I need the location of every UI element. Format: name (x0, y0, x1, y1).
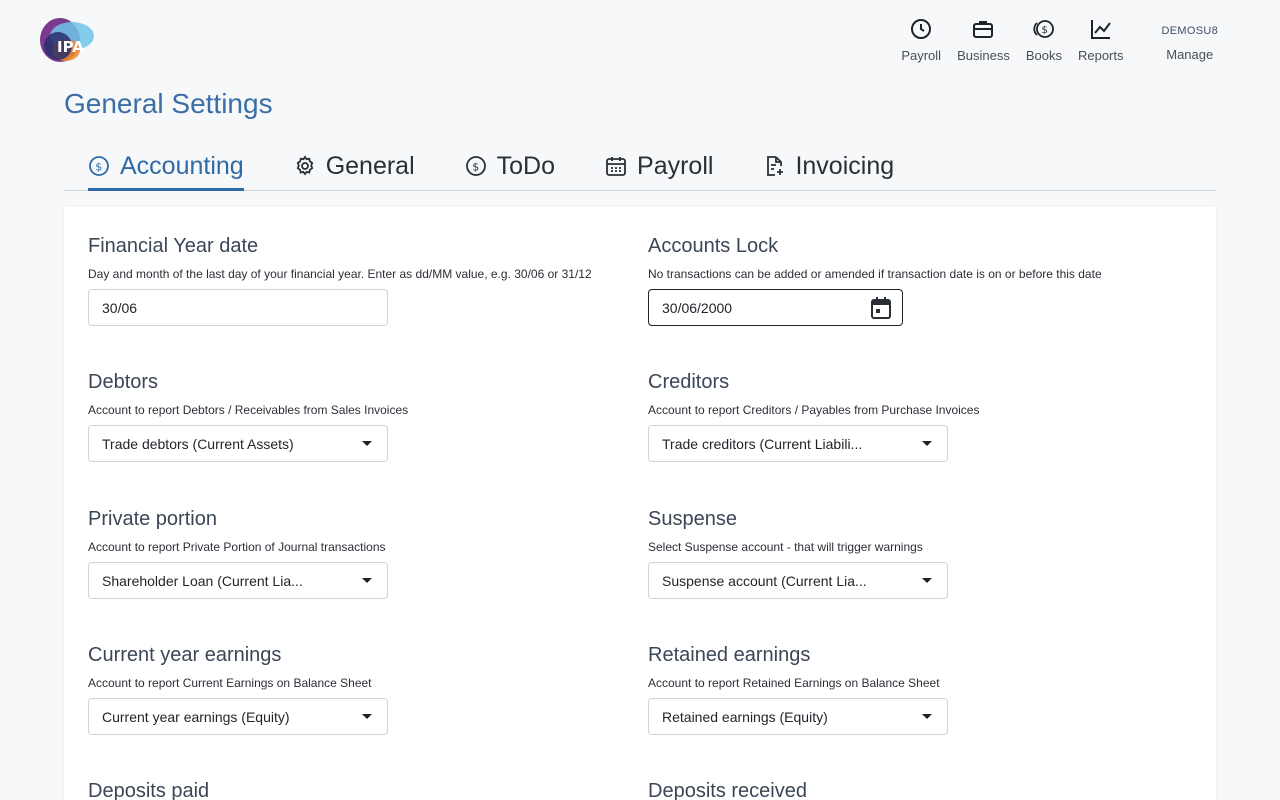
tab-todo[interactable]: $ ToDo (465, 142, 555, 190)
select-value: Shareholder Loan (Current Lia... (102, 572, 303, 589)
svg-text:IPA: IPA (57, 38, 84, 56)
nav-books[interactable]: $ Books (1026, 16, 1062, 63)
field-help: Account to report Current Earnings on Ba… (88, 676, 372, 690)
tab-label: Accounting (120, 151, 244, 180)
select-value: Trade debtors (Current Assets) (102, 435, 294, 452)
retained-earnings-field: Retained earnings Account to report Reta… (648, 644, 948, 735)
chevron-down-icon (922, 578, 932, 583)
field-title: Accounts Lock (648, 235, 779, 257)
tab-payroll[interactable]: Payroll (605, 142, 713, 190)
nav-business[interactable]: Business (957, 16, 1010, 63)
field-help: Account to report Debtors / Receivables … (88, 403, 409, 417)
chevron-down-icon (362, 441, 372, 446)
field-title: Creditors (648, 371, 730, 393)
debtors-field: Debtors Account to report Debtors / Rece… (88, 371, 408, 462)
field-help: Account to report Retained Earnings on B… (648, 676, 940, 690)
input-value: 30/06 (102, 299, 138, 316)
field-help: Day and month of the last day of your fi… (88, 267, 592, 281)
tab-invoicing[interactable]: Invoicing (763, 142, 894, 190)
deposits-received-field: Deposits received (648, 780, 807, 800)
chevron-down-icon (922, 714, 932, 719)
creditors-select[interactable]: Trade creditors (Current Liabili... (648, 425, 948, 462)
calendar-icon[interactable] (871, 297, 891, 322)
creditors-field: Creditors Account to report Creditors / … (648, 371, 979, 462)
coins-icon: $ (1031, 16, 1057, 42)
nav-reports[interactable]: Reports (1078, 16, 1124, 63)
suspense-select[interactable]: Suspense account (Current Lia... (648, 562, 948, 599)
field-title: Retained earnings (648, 644, 811, 666)
deposits-paid-field: Deposits paid (88, 780, 209, 800)
financial-year-field: Financial Year date Day and month of the… (88, 235, 592, 326)
field-title: Suspense (648, 508, 737, 530)
nav-label: Reports (1077, 48, 1124, 63)
field-title: Deposits paid (88, 780, 210, 800)
app-logo[interactable]: IPA (36, 12, 96, 64)
retained-earnings-select[interactable]: Retained earnings (Equity) (648, 698, 948, 735)
clock-icon (908, 16, 934, 42)
select-value: Trade creditors (Current Liabili... (662, 435, 863, 452)
debtors-select[interactable]: Trade debtors (Current Assets) (88, 425, 388, 462)
field-help: Select Suspense account - that will trig… (648, 540, 923, 554)
current-year-earnings-field: Current year earnings Account to report … (88, 644, 388, 735)
accounts-lock-date-input[interactable]: 30/06/2000 (648, 289, 903, 326)
dollar-circle-icon: $ (465, 155, 487, 177)
nav-payroll[interactable]: Payroll (901, 16, 941, 63)
field-title: Deposits received (648, 780, 807, 800)
current-year-earnings-select[interactable]: Current year earnings (Equity) (88, 698, 388, 735)
settings-card: Financial Year date Day and month of the… (64, 207, 1216, 800)
dollar-circle-icon: $ (88, 155, 110, 177)
settings-tabs: $ Accounting General $ ToDo Payroll Invo… (64, 142, 1216, 191)
page-title: General Settings (64, 88, 273, 119)
chevron-down-icon (362, 578, 372, 583)
svg-text:$: $ (95, 161, 102, 174)
input-value: 30/06/2000 (662, 299, 733, 316)
tab-accounting[interactable]: $ Accounting (88, 142, 244, 191)
user-name: DEMOSU8 (1161, 25, 1218, 37)
tab-general[interactable]: General (294, 142, 415, 190)
select-value: Current year earnings (Equity) (102, 708, 290, 725)
field-title: Financial Year date (88, 235, 259, 257)
top-navigation: Payroll Business $ Books Reports DEMOSU8… (901, 16, 1218, 63)
nav-label: Manage (1166, 47, 1214, 62)
private-portion-field: Private portion Account to report Privat… (88, 508, 388, 599)
field-help: Account to report Private Portion of Jou… (88, 540, 386, 554)
briefcase-icon (970, 16, 996, 42)
gear-icon (294, 155, 316, 177)
calendar-icon (605, 155, 627, 177)
private-portion-select[interactable]: Shareholder Loan (Current Lia... (88, 562, 388, 599)
suspense-field: Suspense Select Suspense account - that … (648, 508, 948, 599)
chart-line-icon (1088, 16, 1114, 42)
nav-label: Books (1025, 48, 1062, 63)
chevron-down-icon (362, 714, 372, 719)
tab-label: ToDo (496, 151, 556, 180)
field-help: Account to report Creditors / Payables f… (648, 403, 980, 417)
select-value: Retained earnings (Equity) (662, 708, 828, 725)
nav-label: Business (957, 48, 1010, 63)
field-title: Current year earnings (88, 644, 282, 666)
accounts-lock-field: Accounts Lock No transactions can be add… (648, 235, 1102, 326)
field-title: Debtors (88, 371, 159, 393)
tab-label: General (325, 151, 415, 180)
nav-manage[interactable]: DEMOSU8 Manage (1162, 16, 1219, 62)
field-title: Private portion (88, 508, 217, 530)
field-help: No transactions can be added or amended … (648, 267, 1102, 281)
tab-label: Invoicing (795, 151, 895, 180)
nav-label: Payroll (901, 48, 942, 63)
chevron-down-icon (922, 441, 932, 446)
select-value: Suspense account (Current Lia... (662, 572, 867, 589)
svg-text:$: $ (1041, 25, 1047, 36)
tab-label: Payroll (637, 151, 714, 180)
svg-text:$: $ (472, 161, 479, 174)
document-add-icon (763, 155, 785, 177)
financial-year-input[interactable]: 30/06 (88, 289, 388, 326)
